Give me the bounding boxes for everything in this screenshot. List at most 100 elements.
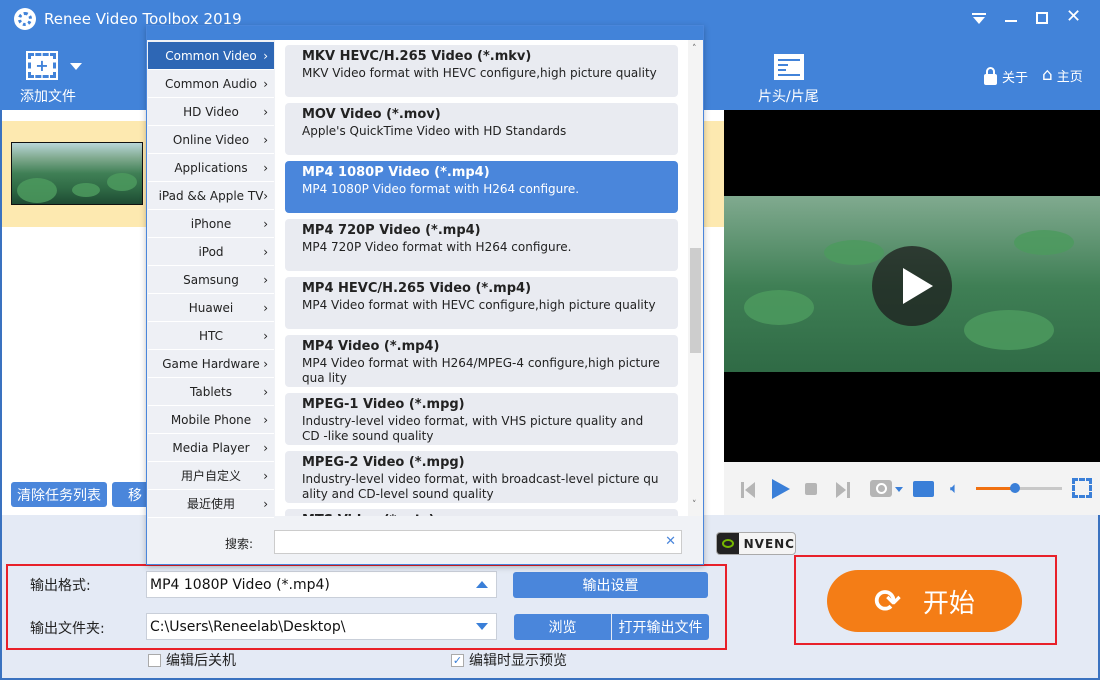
- format-item[interactable]: MTS Video (*.mts): [285, 509, 678, 516]
- browse-button[interactable]: 浏览: [514, 614, 611, 640]
- add-file-button[interactable]: + 添加文件: [14, 50, 94, 105]
- maximize-button[interactable]: [1036, 12, 1048, 24]
- home-button[interactable]: ⌂ 主页: [1042, 65, 1083, 85]
- chevron-right-icon: ›: [263, 160, 268, 175]
- play-icon[interactable]: [772, 479, 790, 499]
- shutdown-checkbox[interactable]: 编辑后关机: [148, 650, 236, 670]
- format-title: MOV Video (*.mov): [302, 107, 441, 122]
- volume-icon[interactable]: 🔈︎: [950, 479, 959, 497]
- scroll-down-icon[interactable]: ˅: [692, 500, 697, 510]
- category-label: Media Player: [172, 440, 250, 455]
- chevron-right-icon: ›: [263, 440, 268, 455]
- category-item[interactable]: iPhone ›: [148, 210, 274, 238]
- fullscreen-icon[interactable]: [1072, 478, 1092, 498]
- category-label: HTC: [198, 328, 224, 343]
- refresh-icon: ⟳: [874, 582, 901, 620]
- format-desc: Apple's QuickTime Video with HD Standard…: [302, 124, 567, 138]
- category-label: Common Audio: [165, 76, 257, 91]
- previous-icon[interactable]: [741, 482, 755, 498]
- scrollbar-thumb[interactable]: [690, 248, 701, 353]
- preview-label: 编辑时显示预览: [469, 653, 567, 669]
- category-item[interactable]: Online Video ›: [148, 126, 274, 154]
- next-icon[interactable]: [836, 482, 850, 498]
- camera-icon[interactable]: [870, 480, 892, 497]
- chevron-down-icon: [476, 623, 488, 630]
- output-folder-value: C:\Users\Reneelab\Desktop\: [150, 618, 346, 635]
- format-title: MP4 HEVC/H.265 Video (*.mp4): [302, 281, 532, 296]
- chevron-down-icon[interactable]: [895, 487, 903, 492]
- format-item[interactable]: MP4 HEVC/H.265 Video (*.mp4) MP4 Video fo…: [285, 277, 678, 329]
- minimize-button[interactable]: [1005, 20, 1017, 22]
- format-item[interactable]: MOV Video (*.mov) Apple's QuickTime Video…: [285, 103, 678, 155]
- category-item[interactable]: Samsung ›: [148, 266, 274, 294]
- format-popup: Common Video › Common Audio › HD Video › Onlin…: [146, 25, 704, 565]
- nvidia-icon: [717, 533, 739, 554]
- menu-dropdown-icon[interactable]: [972, 13, 986, 25]
- close-button[interactable]: ✕: [1066, 6, 1081, 27]
- format-item[interactable]: MPEG-1 Video (*.mpg) Industry-level video…: [285, 393, 678, 445]
- category-label: Samsung: [183, 272, 239, 287]
- category-list: Common Video › Common Audio › HD Video › Onlin…: [147, 40, 275, 518]
- format-item[interactable]: MP4 720P Video (*.mp4) MP4 720P Video for…: [285, 219, 678, 271]
- folder-icon[interactable]: [913, 481, 934, 497]
- clear-search-icon[interactable]: ✕: [665, 534, 676, 549]
- volume-knob[interactable]: [1009, 483, 1020, 493]
- chevron-right-icon: ›: [263, 132, 268, 147]
- clear-task-list-button[interactable]: 清除任务列表: [11, 482, 107, 507]
- checkbox-box[interactable]: ✓: [451, 653, 464, 667]
- open-output-button[interactable]: 打开输出文件: [612, 614, 709, 640]
- head-tail-button[interactable]: 片头/片尾: [755, 52, 825, 107]
- video-thumbnail: [11, 142, 143, 205]
- start-button[interactable]: ⟳ 开始: [827, 570, 1022, 632]
- category-item[interactable]: Huawei ›: [148, 294, 274, 322]
- chevron-right-icon: ›: [263, 48, 268, 63]
- category-item[interactable]: iPod ›: [148, 238, 274, 266]
- category-item[interactable]: 用户自定义 ›: [148, 462, 274, 490]
- format-desc: MP4 1080P Video format with H264 configu…: [302, 182, 580, 196]
- output-format-select[interactable]: MP4 1080P Video (*.mp4): [146, 571, 497, 598]
- format-item[interactable]: MKV HEVC/H.265 Video (*.mkv) MKV Video fo…: [285, 45, 678, 97]
- chevron-right-icon: ›: [263, 356, 268, 371]
- format-title: MP4 1080P Video (*.mp4): [302, 165, 490, 180]
- category-item[interactable]: HTC ›: [148, 322, 274, 350]
- search-input[interactable]: ✕: [274, 530, 682, 554]
- category-label: 最近使用: [186, 497, 235, 511]
- format-item[interactable]: MPEG-2 Video (*.mpg) Industry-level video…: [285, 451, 678, 503]
- volume-slider[interactable]: [976, 483, 1062, 493]
- category-item[interactable]: Common Video ›: [148, 42, 274, 70]
- chevron-down-icon[interactable]: [70, 63, 82, 70]
- category-item[interactable]: Game Hardware ›: [148, 350, 274, 378]
- format-item[interactable]: MP4 1080P Video (*.mp4) MP4 1080P Video f…: [285, 161, 678, 213]
- category-item[interactable]: Tablets ›: [148, 378, 274, 406]
- category-label: Game Hardware: [162, 356, 260, 371]
- category-label: Tablets: [190, 384, 232, 399]
- chevron-right-icon: ›: [263, 76, 268, 91]
- scroll-up-icon[interactable]: ˄: [692, 44, 697, 54]
- category-item[interactable]: Applications ›: [148, 154, 274, 182]
- output-folder-select[interactable]: C:\Users\Reneelab\Desktop\: [146, 613, 497, 640]
- about-button[interactable]: 关于: [984, 66, 1028, 86]
- category-label: iPhone: [190, 216, 232, 231]
- chevron-right-icon: ›: [263, 104, 268, 119]
- output-format-label: 输出格式:: [30, 578, 91, 594]
- chevron-right-icon: ›: [263, 412, 268, 427]
- play-overlay-button[interactable]: [872, 246, 952, 326]
- category-item[interactable]: iPad && Apple TV ›: [148, 182, 274, 210]
- preview-checkbox[interactable]: ✓ 编辑时显示预览: [451, 650, 567, 670]
- stop-icon[interactable]: [805, 483, 817, 495]
- category-item[interactable]: Media Player ›: [148, 434, 274, 462]
- nvenc-badge[interactable]: NVENC: [716, 532, 796, 555]
- category-item[interactable]: 最近使用 ›: [148, 490, 274, 518]
- format-desc: MKV Video format with HEVC configure,hig…: [302, 66, 657, 80]
- category-item[interactable]: Common Audio ›: [148, 70, 274, 98]
- output-settings-button[interactable]: 输出设置: [513, 572, 708, 598]
- format-list-scrollbar[interactable]: ˄ ˅: [688, 40, 703, 516]
- checkbox-box[interactable]: [148, 653, 161, 667]
- category-item[interactable]: HD Video ›: [148, 98, 274, 126]
- chevron-right-icon: ›: [263, 188, 268, 203]
- search-label: 搜索:: [225, 537, 254, 551]
- format-item[interactable]: MP4 Video (*.mp4) MP4 Video format with H…: [285, 335, 678, 387]
- home-icon: ⌂: [1042, 65, 1053, 85]
- category-item[interactable]: Mobile Phone ›: [148, 406, 274, 434]
- category-label: Applications: [174, 160, 248, 175]
